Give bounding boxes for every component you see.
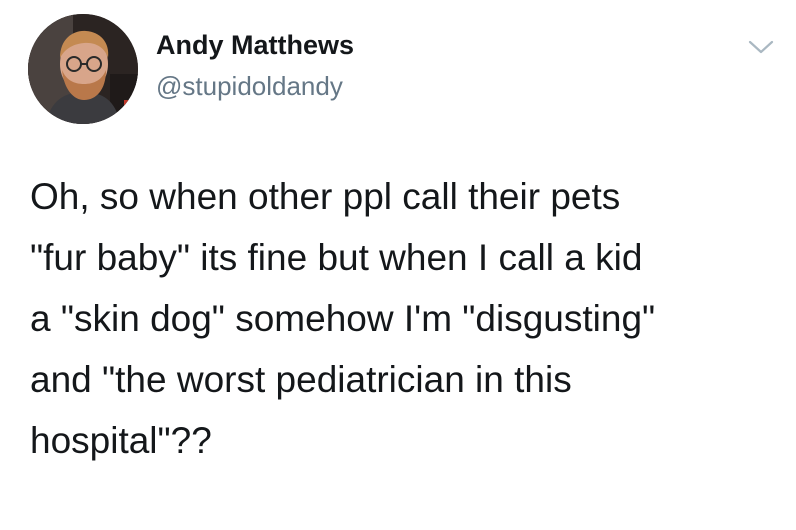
tweet-text-line: and "the worst pediatrician in this xyxy=(30,359,572,400)
tweet-text-line: Oh, so when other ppl call their pets xyxy=(30,176,621,217)
author-avatar[interactable] xyxy=(28,14,138,124)
tweet-card: Andy Matthews @stupidoldandy Oh, so when… xyxy=(0,0,796,530)
tweet-text-line: hospital"?? xyxy=(30,420,212,461)
tweet-text-line: "fur baby" its fine but when I call a ki… xyxy=(30,237,643,278)
tweet-body: Oh, so when other ppl call their pets "f… xyxy=(30,166,790,471)
author-display-name[interactable]: Andy Matthews xyxy=(156,30,354,61)
chevron-down-icon[interactable] xyxy=(748,38,774,56)
author-handle[interactable]: @stupidoldandy xyxy=(156,71,343,102)
avatar-photo-icon xyxy=(28,14,138,124)
tweet-text-line: a "skin dog" somehow I'm "disgusting" xyxy=(30,298,656,339)
